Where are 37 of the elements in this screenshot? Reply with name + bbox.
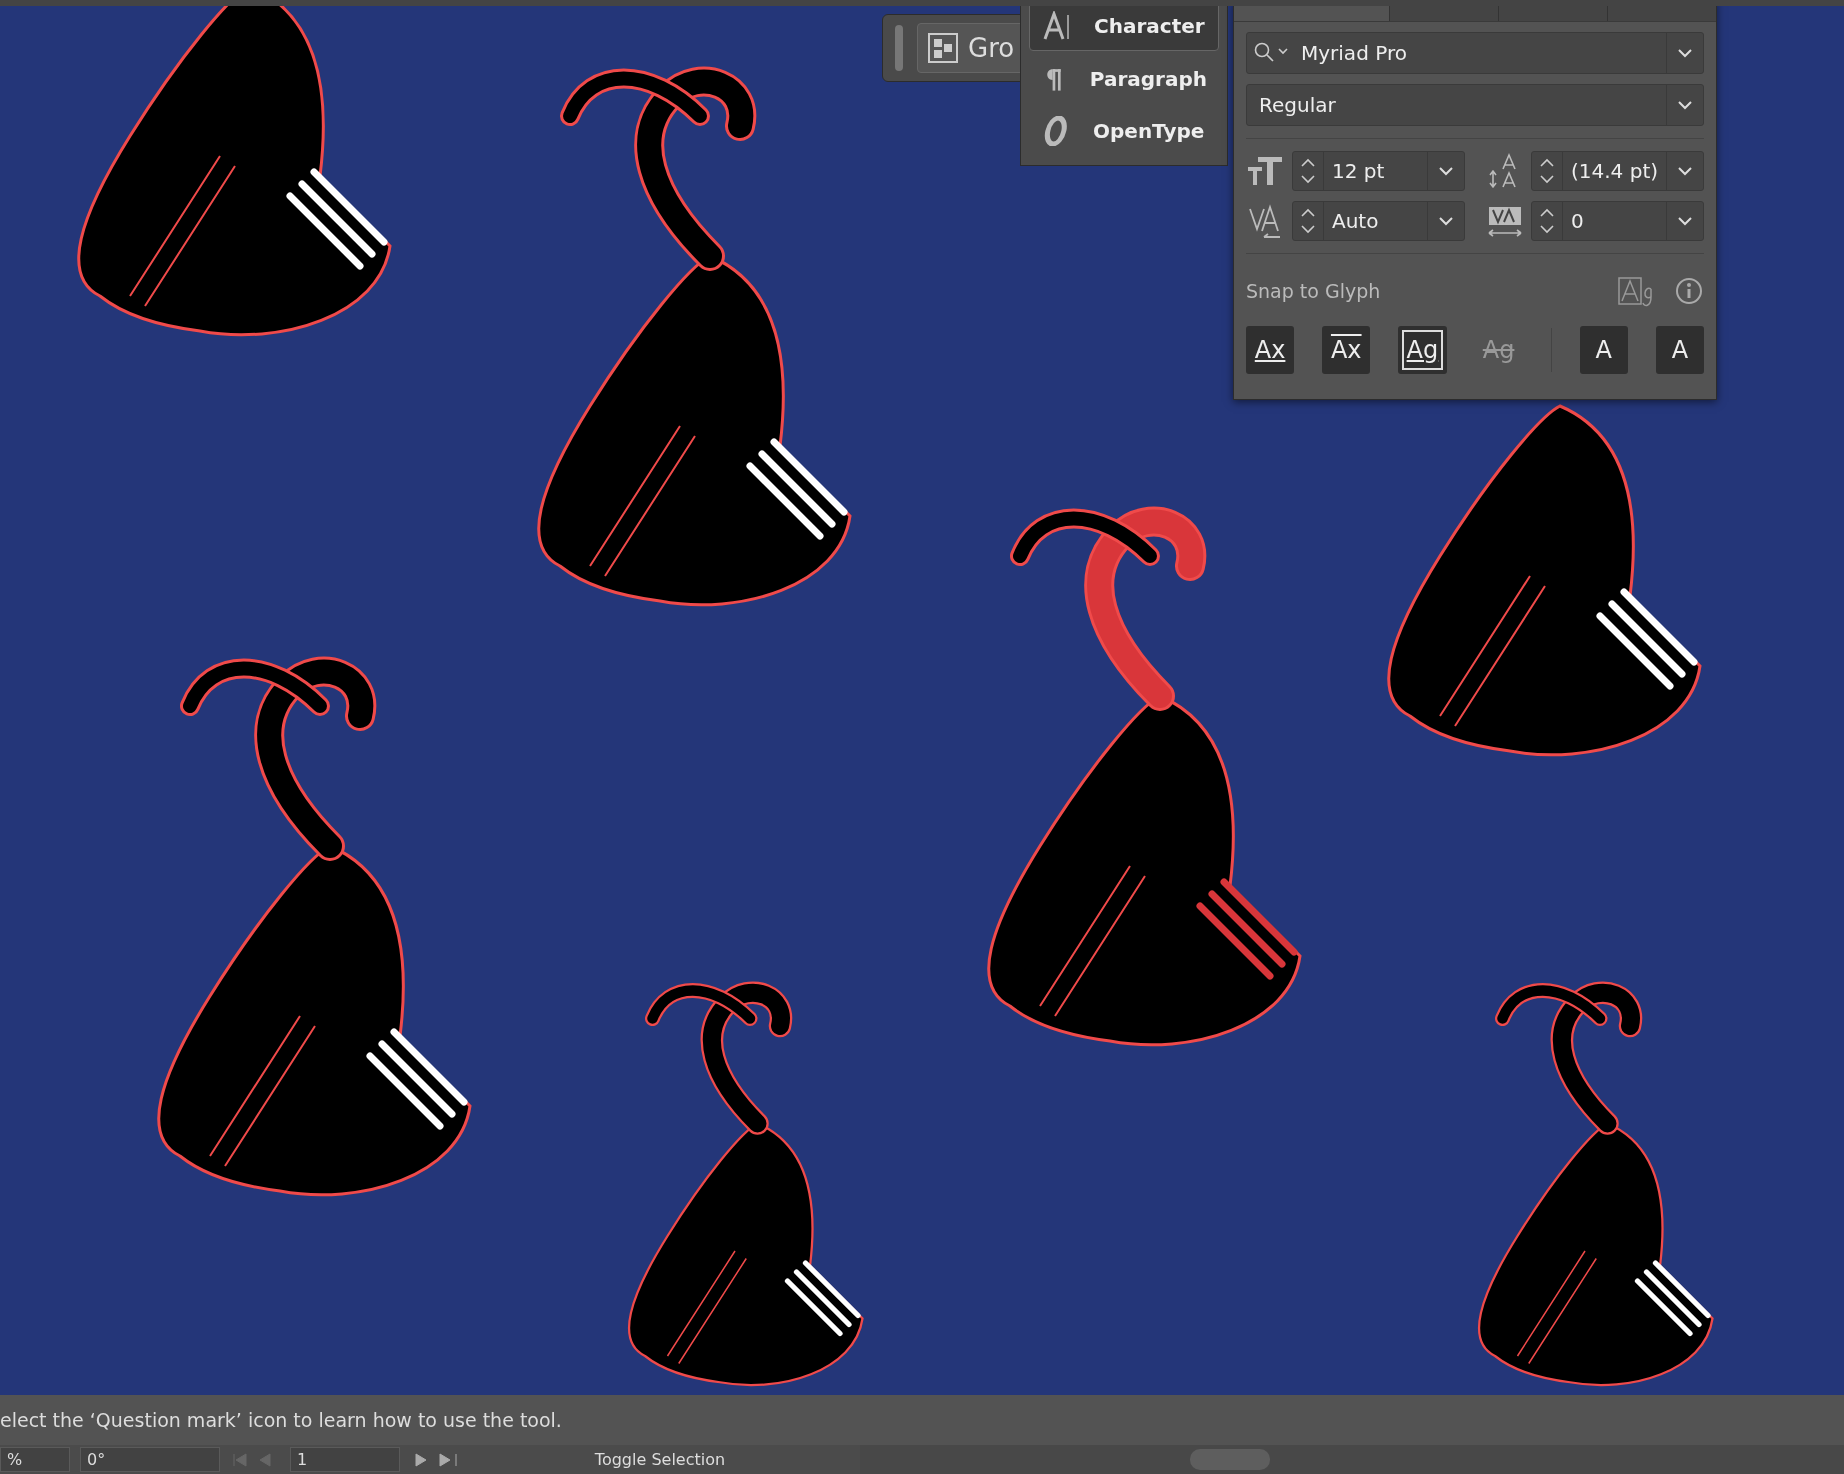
info-icon[interactable] bbox=[1674, 276, 1704, 306]
chevron-down-icon bbox=[1677, 48, 1693, 58]
chevron-down-icon bbox=[1677, 166, 1693, 176]
font-size-field[interactable]: 12 pt bbox=[1292, 151, 1465, 191]
menu-item[interactable]: Paragraph bbox=[1029, 55, 1219, 103]
artboard-field[interactable]: 1 bbox=[290, 1447, 400, 1472]
chevron-down-icon bbox=[1677, 216, 1693, 226]
snap-button[interactable]: Ag bbox=[1398, 326, 1447, 374]
panel-tab[interactable] bbox=[1498, 6, 1607, 21]
snap-button[interactable]: A bbox=[1655, 326, 1704, 374]
chevron-down-icon bbox=[1438, 216, 1454, 226]
snap-button[interactable]: A bbox=[1579, 326, 1628, 374]
grip-handle[interactable] bbox=[895, 25, 903, 71]
menu-item[interactable]: OpenType bbox=[1029, 107, 1219, 155]
panel-tab[interactable] bbox=[1607, 6, 1716, 21]
font-style-dropdown[interactable]: Regular bbox=[1246, 84, 1704, 126]
zoom-field[interactable]: % bbox=[0, 1447, 70, 1472]
toggle-selection-button[interactable]: Toggle Selection bbox=[470, 1450, 850, 1469]
stepper-icon bbox=[1539, 158, 1555, 184]
stepper-icon bbox=[1300, 158, 1316, 184]
font-family-dropdown[interactable]: Myriad Pro bbox=[1246, 32, 1704, 74]
tracking-field[interactable]: 0 bbox=[1531, 201, 1704, 241]
group-icon bbox=[928, 33, 958, 63]
chevron-down-icon bbox=[1438, 166, 1454, 176]
kerning-field[interactable]: Auto bbox=[1292, 201, 1465, 241]
stepper-icon bbox=[1539, 208, 1555, 234]
panel-tab[interactable] bbox=[1389, 6, 1498, 21]
snap-button[interactable]: Ax bbox=[1322, 326, 1371, 374]
snap-button[interactable]: Ax bbox=[1246, 326, 1295, 374]
chevron-down-icon bbox=[1677, 100, 1693, 110]
snap-label: Snap to Glyph bbox=[1246, 280, 1382, 302]
menu-item[interactable]: Character bbox=[1029, 6, 1219, 51]
stepper-icon bbox=[1300, 208, 1316, 234]
character-icon bbox=[1042, 11, 1072, 41]
glyph-bounds-icon[interactable] bbox=[1618, 275, 1654, 307]
leading-field[interactable]: (14.4 pt) bbox=[1531, 151, 1704, 191]
rotation-field[interactable]: 0° bbox=[80, 1447, 220, 1472]
